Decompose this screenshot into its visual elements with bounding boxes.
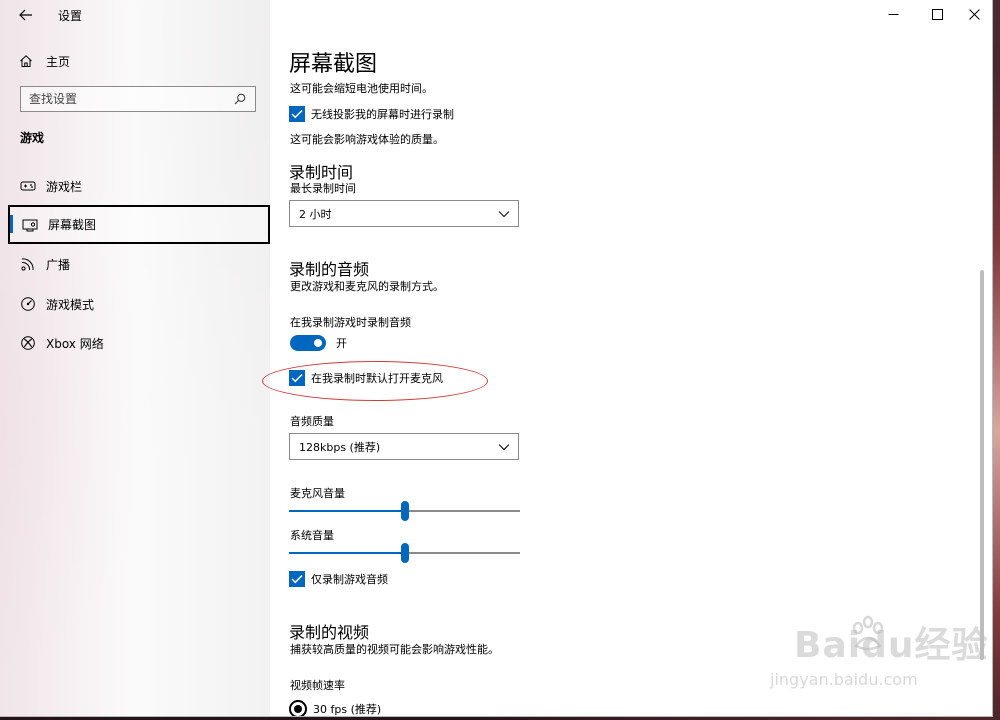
settings-window: 设置 主页 游戏 游戏栏 屏幕截图 [0, 0, 992, 716]
mic-default-on-checkbox[interactable]: 在我录制时默认打开麦克风 [289, 370, 443, 386]
home-icon [0, 54, 46, 68]
sidebar-item-label: 屏幕截图 [48, 218, 97, 232]
quality-note: 这可能会影响游戏体验的质量。 [290, 133, 444, 146]
recorded-video-desc: 捕获较高质量的视频可能会影响游戏性能。 [290, 643, 499, 656]
battery-note: 这可能会缩短电池使用时间。 [290, 82, 433, 95]
capture-icon [10, 218, 46, 232]
slider-thumb[interactable] [401, 543, 409, 563]
sidebar-item-label: Xbox 网络 [46, 336, 104, 351]
broadcast-icon [8, 256, 44, 272]
search-box[interactable] [20, 86, 256, 112]
xbox-icon [8, 335, 44, 351]
minimize-icon [888, 13, 898, 15]
game-audio-only-checkbox[interactable]: 仅录制游戏音频 [289, 571, 388, 587]
close-icon [968, 8, 980, 20]
mic-volume-label: 麦克风音量 [290, 487, 345, 500]
game-bar-icon [8, 179, 44, 193]
sidebar: 设置 主页 游戏 游戏栏 屏幕截图 [0, 0, 270, 716]
page-title: 屏幕截图 [289, 52, 378, 77]
chevron-down-icon [498, 443, 510, 450]
watermark: Baidu经验 jingyan.baidu.com [770, 606, 990, 710]
slider-rail [409, 552, 520, 554]
sidebar-item-captures[interactable]: 屏幕截图 [8, 205, 270, 244]
recorded-audio-desc: 更改游戏和麦克风的录制方式。 [290, 280, 444, 293]
slider-fill [289, 552, 401, 554]
checkmark-icon [289, 571, 305, 587]
max-record-time-dropdown[interactable]: 2 小时 [289, 200, 519, 227]
checkbox-label: 无线投影我的屏幕时进行录制 [311, 108, 454, 121]
mic-volume-slider[interactable] [289, 501, 520, 521]
recorded-audio-heading: 录制的音频 [289, 260, 370, 279]
sidebar-home-label: 主页 [46, 54, 71, 69]
dropdown-value: 128kbps (推荐) [299, 440, 381, 454]
system-volume-label: 系统音量 [290, 529, 334, 542]
toggle-track [290, 335, 326, 351]
window-title: 设置 [58, 9, 83, 23]
game-mode-icon [8, 296, 44, 312]
watermark-url: jingyan.baidu.com [770, 670, 918, 689]
slider-fill [289, 510, 401, 512]
radio-selected-icon [289, 700, 307, 716]
close-button[interactable] [952, 0, 992, 28]
back-arrow-icon [19, 6, 33, 25]
audio-quality-dropdown[interactable]: 128kbps (推荐) [289, 433, 519, 460]
slider-thumb[interactable] [401, 501, 409, 521]
system-volume-slider[interactable] [289, 543, 520, 563]
paw-logo-icon [852, 615, 884, 651]
slider-rail [409, 510, 520, 512]
sidebar-item-game-mode[interactable]: 游戏模式 [8, 285, 270, 323]
record-audio-label: 在我录制游戏时录制音频 [290, 316, 411, 329]
maximize-icon [931, 8, 943, 20]
sidebar-item-label: 游戏模式 [46, 297, 95, 312]
sidebar-item-game-bar[interactable]: 游戏栏 [8, 167, 270, 205]
checkbox-label: 仅录制游戏音频 [311, 573, 388, 586]
checkbox-label: 在我录制时默认打开麦克风 [311, 372, 443, 385]
search-input[interactable] [29, 92, 233, 106]
watermark-brand: Baidu经验 [794, 625, 989, 666]
wireless-record-checkbox[interactable]: 无线投影我的屏幕时进行录制 [289, 106, 454, 122]
sidebar-item-label: 广播 [46, 257, 71, 272]
sidebar-item-label: 游戏栏 [46, 179, 83, 194]
chevron-down-icon [498, 210, 510, 217]
search-icon[interactable] [233, 92, 247, 106]
checkmark-icon [289, 370, 305, 386]
recorded-video-heading: 录制的视频 [289, 623, 370, 642]
sidebar-item-xbox-network[interactable]: Xbox 网络 [8, 324, 270, 362]
fps-30-radio[interactable]: 30 fps (推荐) [289, 700, 381, 716]
sidebar-item-home[interactable]: 主页 [0, 48, 270, 74]
audio-quality-label: 音频质量 [290, 415, 334, 428]
max-record-time-label: 最长录制时间 [290, 182, 356, 195]
dropdown-value: 2 小时 [299, 207, 332, 221]
back-button[interactable] [10, 3, 42, 27]
toggle-state-label: 开 [336, 337, 347, 350]
checkmark-icon [289, 106, 305, 122]
radio-label: 30 fps (推荐) [313, 703, 382, 716]
sidebar-section-title: 游戏 [20, 131, 45, 145]
sidebar-item-broadcast[interactable]: 广播 [8, 245, 270, 283]
main-content: 屏幕截图 这可能会缩短电池使用时间。 无线投影我的屏幕时进行录制 这可能会影响游… [262, 0, 992, 716]
record-audio-toggle[interactable]: 开 [290, 335, 347, 351]
scrollbar[interactable] [980, 270, 984, 660]
minimize-button[interactable] [871, 0, 915, 28]
fps-label: 视频帧速率 [290, 679, 345, 692]
